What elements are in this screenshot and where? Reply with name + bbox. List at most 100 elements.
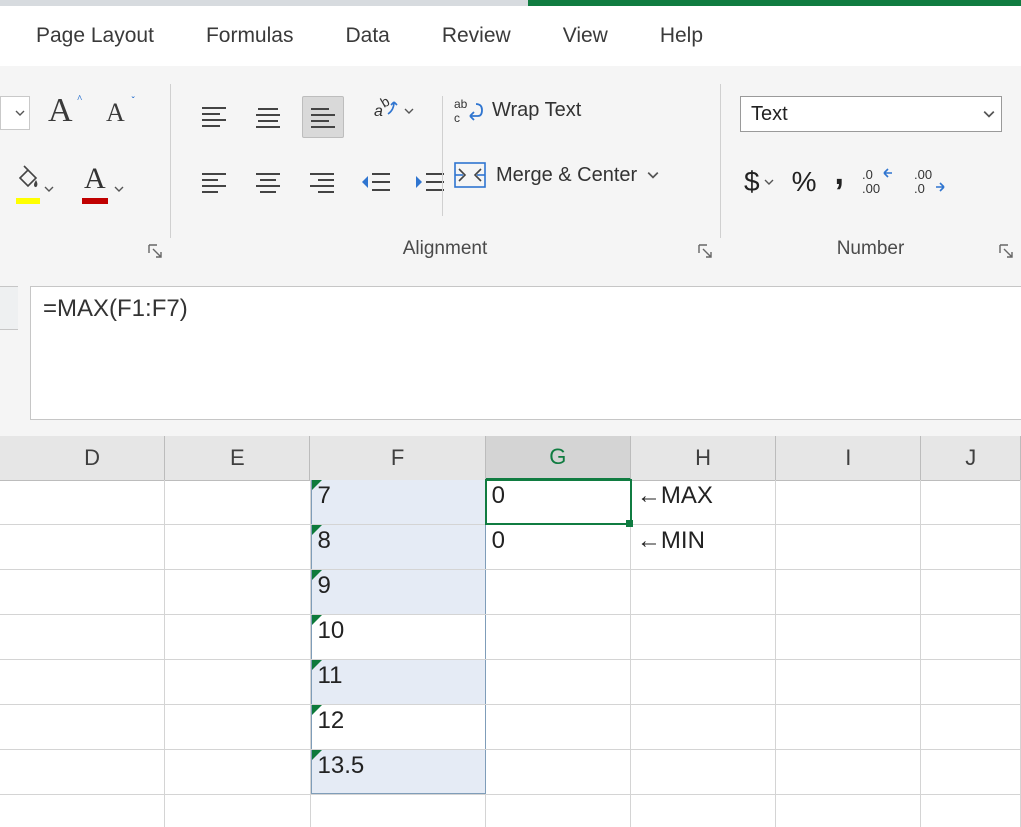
column-header-I[interactable]: I (776, 436, 921, 480)
column-header-E[interactable]: E (165, 436, 310, 480)
cell-I7[interactable] (776, 750, 921, 794)
cell-E1[interactable] (165, 480, 310, 524)
cell-D5[interactable] (20, 660, 165, 704)
cell-G2[interactable]: 0 (486, 525, 631, 569)
cell-J6[interactable] (921, 705, 1021, 749)
cell-F1[interactable]: 7 (311, 480, 486, 524)
cell-F2[interactable]: 8 (311, 525, 486, 569)
cell-H5[interactable] (631, 660, 776, 704)
cell-F3[interactable]: 9 (311, 570, 486, 614)
spreadsheet-grid[interactable]: DEFGHIJ 70←MAX 80←MIN 910111213.5 (0, 436, 1021, 827)
align-top-button[interactable] (194, 97, 234, 137)
orientation-button[interactable]: a b (370, 96, 414, 126)
comma-format-button[interactable]: , (834, 154, 843, 193)
increase-decimal-button[interactable]: .0 .00 (862, 165, 896, 198)
cell-J1[interactable] (921, 480, 1021, 524)
cell-I3[interactable] (776, 570, 921, 614)
cell-D1[interactable] (20, 480, 165, 524)
cell-E5[interactable] (165, 660, 310, 704)
cell-D6[interactable] (20, 705, 165, 749)
cell-H8[interactable] (631, 795, 776, 827)
wrap-text-button[interactable]: ab c Wrap Text (454, 96, 581, 124)
cell-J5[interactable] (921, 660, 1021, 704)
cell-E6[interactable] (165, 705, 310, 749)
cell-D2[interactable] (20, 525, 165, 569)
formula-bar[interactable]: =MAX(F1:F7) (30, 286, 1021, 420)
cell-F6[interactable]: 12 (311, 705, 486, 749)
chevron-down-icon[interactable] (114, 184, 124, 194)
cell-H3[interactable] (631, 570, 776, 614)
align-middle-button[interactable] (248, 97, 288, 137)
column-header-G[interactable]: G (486, 436, 631, 480)
align-center-button[interactable] (248, 162, 288, 202)
cell-J3[interactable] (921, 570, 1021, 614)
column-header-D[interactable]: D (20, 436, 165, 480)
tab-help[interactable]: Help (660, 24, 703, 48)
decrease-decimal-button[interactable]: .00 .0 (914, 165, 948, 198)
chevron-down-icon[interactable] (44, 184, 54, 194)
cell-H2[interactable]: ←MIN (631, 525, 776, 569)
cell-G3[interactable] (486, 570, 631, 614)
fill-handle[interactable] (626, 520, 633, 527)
name-box-edge[interactable] (0, 286, 18, 330)
cell-H6[interactable] (631, 705, 776, 749)
cell-G1[interactable]: 0 (486, 480, 631, 524)
number-group-launcher[interactable] (997, 242, 1015, 260)
decrease-indent-button[interactable] (356, 162, 396, 202)
cell-D4[interactable] (20, 615, 165, 659)
increase-font-size-button[interactable]: A^ (48, 92, 73, 130)
cell-I5[interactable] (776, 660, 921, 704)
tab-data[interactable]: Data (345, 24, 389, 48)
cell-F8[interactable] (311, 795, 486, 827)
cell-G6[interactable] (486, 705, 631, 749)
chevron-down-icon[interactable] (647, 169, 659, 181)
align-bottom-button[interactable] (302, 96, 344, 138)
cell-I8[interactable] (776, 795, 921, 827)
font-group-launcher[interactable] (146, 242, 164, 260)
cell-I1[interactable] (776, 480, 921, 524)
cell-F7[interactable]: 13.5 (311, 750, 486, 794)
alignment-group-launcher[interactable] (696, 242, 714, 260)
cell-J8[interactable] (921, 795, 1021, 827)
cell-F4[interactable]: 10 (311, 615, 486, 659)
increase-indent-button[interactable] (410, 162, 450, 202)
cell-H7[interactable] (631, 750, 776, 794)
cell-G7[interactable] (486, 750, 631, 794)
cell-I4[interactable] (776, 615, 921, 659)
number-format-dropdown[interactable]: Text (740, 96, 1002, 132)
cell-E7[interactable] (165, 750, 310, 794)
column-header-F[interactable]: F (310, 436, 485, 480)
column-header-J[interactable]: J (921, 436, 1021, 480)
cell-D8[interactable] (20, 795, 165, 827)
percent-format-button[interactable]: % (792, 166, 817, 198)
align-right-button[interactable] (302, 162, 342, 202)
cell-E3[interactable] (165, 570, 310, 614)
cell-F5[interactable]: 11 (311, 660, 486, 704)
cell-H1[interactable]: ←MAX (631, 480, 776, 524)
fill-color-button[interactable] (14, 164, 54, 204)
font-size-dropdown[interactable] (0, 96, 30, 130)
tab-view[interactable]: View (563, 24, 608, 48)
accounting-format-button[interactable]: $ (744, 166, 774, 198)
column-header-H[interactable]: H (631, 436, 776, 480)
font-color-button[interactable]: A (82, 164, 132, 204)
tab-review[interactable]: Review (442, 24, 511, 48)
cell-I2[interactable] (776, 525, 921, 569)
cell-I6[interactable] (776, 705, 921, 749)
cell-J4[interactable] (921, 615, 1021, 659)
tab-formulas[interactable]: Formulas (206, 24, 294, 48)
align-left-button[interactable] (194, 162, 234, 202)
decrease-font-size-button[interactable]: Aˇ (106, 98, 125, 128)
cell-D3[interactable] (20, 570, 165, 614)
cell-E2[interactable] (165, 525, 310, 569)
cell-H4[interactable] (631, 615, 776, 659)
cell-J2[interactable] (921, 525, 1021, 569)
cell-D7[interactable] (20, 750, 165, 794)
cell-E4[interactable] (165, 615, 310, 659)
merge-center-button[interactable]: Merge & Center (454, 162, 659, 188)
cell-E8[interactable] (165, 795, 310, 827)
tab-page-layout[interactable]: Page Layout (36, 24, 154, 48)
cell-J7[interactable] (921, 750, 1021, 794)
cell-G8[interactable] (486, 795, 631, 827)
cell-G5[interactable] (486, 660, 631, 704)
